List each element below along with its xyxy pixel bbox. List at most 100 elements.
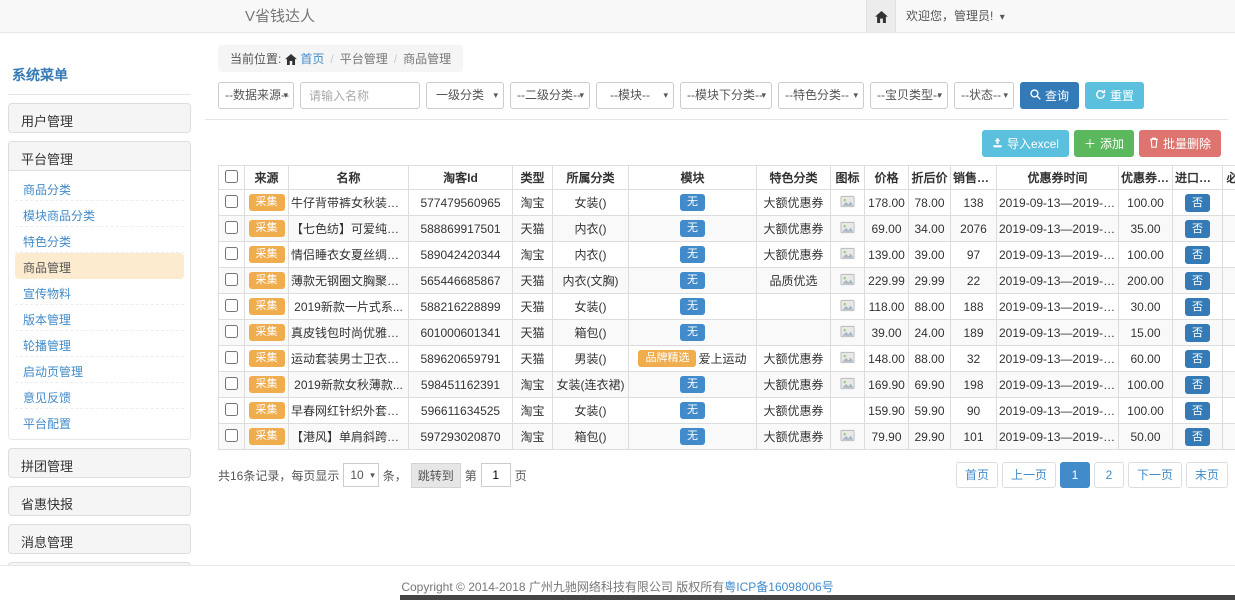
sidebar-item-商品管理[interactable]: 商品管理	[15, 253, 184, 279]
name-cell: 薄款无钢圈文胸聚拢性...	[289, 268, 409, 294]
must-buy-cell: 否	[1223, 268, 1235, 294]
import-select-toggle[interactable]: 否	[1185, 194, 1210, 212]
feature-category-select[interactable]: --特色分类--▾	[778, 82, 864, 109]
row-checkbox[interactable]	[225, 221, 238, 234]
col-header-必买清单: 必买清单	[1223, 166, 1235, 190]
page-button-上一页[interactable]: 上一页	[1002, 462, 1056, 488]
row-checkbox[interactable]	[225, 325, 238, 338]
select-value: --模块下分类--	[687, 88, 763, 102]
row-checkbox[interactable]	[225, 247, 238, 260]
sidebar-group-用户管理[interactable]: 用户管理	[8, 103, 191, 133]
coupon-time-cell: 2019-09-13—2019-09-20	[997, 242, 1119, 268]
category-cell: 女装(连衣裙)	[553, 372, 629, 398]
module-subcategory-select[interactable]: --模块下分类--▾	[680, 82, 772, 109]
row-checkbox[interactable]	[225, 377, 238, 390]
row-checkbox[interactable]	[225, 351, 238, 364]
import-select-toggle[interactable]: 否	[1185, 428, 1210, 446]
type-cell: 淘宝	[513, 190, 553, 216]
sidebar-item-特色分类[interactable]: 特色分类	[15, 227, 184, 253]
breadcrumb-item-platform[interactable]: 平台管理	[340, 52, 388, 66]
row-checkbox[interactable]	[225, 195, 238, 208]
jump-button[interactable]: 跳转到	[411, 463, 461, 488]
import-select-toggle[interactable]: 否	[1185, 272, 1210, 290]
type-cell: 淘宝	[513, 424, 553, 450]
name-cell: 2019新款一片式系...	[289, 294, 409, 320]
row-checkbox[interactable]	[225, 273, 238, 286]
breadcrumb-prefix: 当前位置:	[230, 52, 281, 66]
welcome-text: 欢迎您，管理员!	[906, 9, 993, 23]
sales-cell: 97	[951, 242, 997, 268]
sidebar-item-宣传物料[interactable]: 宣传物料	[15, 279, 184, 305]
module-select[interactable]: --模块--▾	[596, 82, 674, 109]
sidebar-group-拼团管理[interactable]: 拼团管理	[8, 448, 191, 478]
sidebar-item-启动页管理[interactable]: 启动页管理	[15, 357, 184, 383]
import-select-toggle[interactable]: 否	[1185, 350, 1210, 368]
page-button-2[interactable]: 2	[1094, 462, 1124, 488]
item-type-select[interactable]: --宝贝类型--▾	[870, 82, 948, 109]
col-header-价格: 价格	[865, 166, 909, 190]
product-image-icon	[839, 324, 856, 342]
page-button-下一页[interactable]: 下一页	[1128, 462, 1182, 488]
search-button[interactable]: 查询	[1020, 82, 1079, 109]
import-icon	[992, 137, 1003, 151]
breadcrumb-home-link[interactable]: 首页	[300, 52, 324, 66]
import-select-toggle[interactable]: 否	[1185, 298, 1210, 316]
pagination-bar: 共16条记录，每页显示 10▾ 条， 跳转到 第 页 首页上一页12下一页末页	[218, 462, 1228, 488]
source-badge: 采集	[249, 402, 285, 419]
sidebar-item-轮播管理[interactable]: 轮播管理	[15, 331, 184, 357]
import-excel-button[interactable]: 导入excel	[982, 130, 1069, 157]
import-select-toggle[interactable]: 否	[1185, 402, 1210, 420]
page-button-1[interactable]: 1	[1060, 462, 1090, 488]
page-button-首页[interactable]: 首页	[956, 462, 998, 488]
product-image-icon	[839, 376, 856, 394]
user-menu[interactable]: 欢迎您，管理员! ▾	[906, 0, 1005, 34]
table-row: 采集牛仔背带裤女秋装减龄...577479560965淘宝女装()无大额优惠券1…	[219, 190, 1235, 216]
level1-category-select[interactable]: 一级分类▾	[426, 82, 504, 109]
status-select[interactable]: --状态--▾	[954, 82, 1014, 109]
source-badge: 采集	[249, 298, 285, 315]
col-header-折后价: 折后价	[909, 166, 951, 190]
sidebar-item-意见反馈[interactable]: 意见反馈	[15, 383, 184, 409]
jump-page-input[interactable]	[481, 463, 511, 487]
home-button[interactable]	[866, 0, 896, 32]
source-cell: 采集	[245, 268, 289, 294]
add-button[interactable]: ＋ 添加	[1074, 130, 1134, 157]
sidebar-item-模块商品分类[interactable]: 模块商品分类	[15, 201, 184, 227]
icon-cell	[831, 242, 865, 268]
source-cell: 采集	[245, 216, 289, 242]
import-select-toggle[interactable]: 否	[1185, 246, 1210, 264]
sidebar-group-消息管理[interactable]: 消息管理	[8, 524, 191, 554]
row-checkbox[interactable]	[225, 299, 238, 312]
product-image-icon	[839, 246, 856, 264]
import-select-toggle[interactable]: 否	[1185, 220, 1210, 238]
source-cell: 采集	[245, 190, 289, 216]
pager: 首页上一页12下一页末页	[956, 462, 1228, 488]
taoke-id-cell: 601000601341	[409, 320, 513, 346]
sidebar-item-版本管理[interactable]: 版本管理	[15, 305, 184, 331]
sales-cell: 188	[951, 294, 997, 320]
level2-category-select[interactable]: --二级分类--▾	[510, 82, 590, 109]
sidebar-group-平台管理[interactable]: 平台管理	[8, 141, 191, 171]
import-select-toggle[interactable]: 否	[1185, 376, 1210, 394]
data-source-select[interactable]: --数据来源--▾	[218, 82, 294, 109]
must-buy-cell: 否	[1223, 372, 1235, 398]
name-search-input[interactable]	[300, 82, 420, 109]
per-page-select[interactable]: 10▾	[343, 463, 378, 487]
row-checkbox[interactable]	[225, 429, 238, 442]
import-select-toggle[interactable]: 否	[1185, 324, 1210, 342]
col-header-所属分类: 所属分类	[553, 166, 629, 190]
must-buy-cell: 否	[1223, 320, 1235, 346]
coupon-amount-cell: 60.00	[1119, 346, 1173, 372]
sidebar-item-平台配置[interactable]: 平台配置	[15, 409, 184, 435]
type-cell: 天猫	[513, 294, 553, 320]
page-button-末页[interactable]: 末页	[1186, 462, 1228, 488]
col-header-特色分类: 特色分类	[757, 166, 831, 190]
select-value: 一级分类	[436, 88, 484, 102]
sidebar-group-省惠快报[interactable]: 省惠快报	[8, 486, 191, 516]
select-all-checkbox[interactable]	[225, 170, 238, 183]
icp-link[interactable]: 粤ICP备16098006号	[724, 580, 833, 594]
reset-button[interactable]: 重置	[1085, 82, 1144, 109]
sidebar-item-商品分类[interactable]: 商品分类	[15, 175, 184, 201]
row-checkbox[interactable]	[225, 403, 238, 416]
batch-delete-button[interactable]: 批量删除	[1139, 130, 1221, 157]
